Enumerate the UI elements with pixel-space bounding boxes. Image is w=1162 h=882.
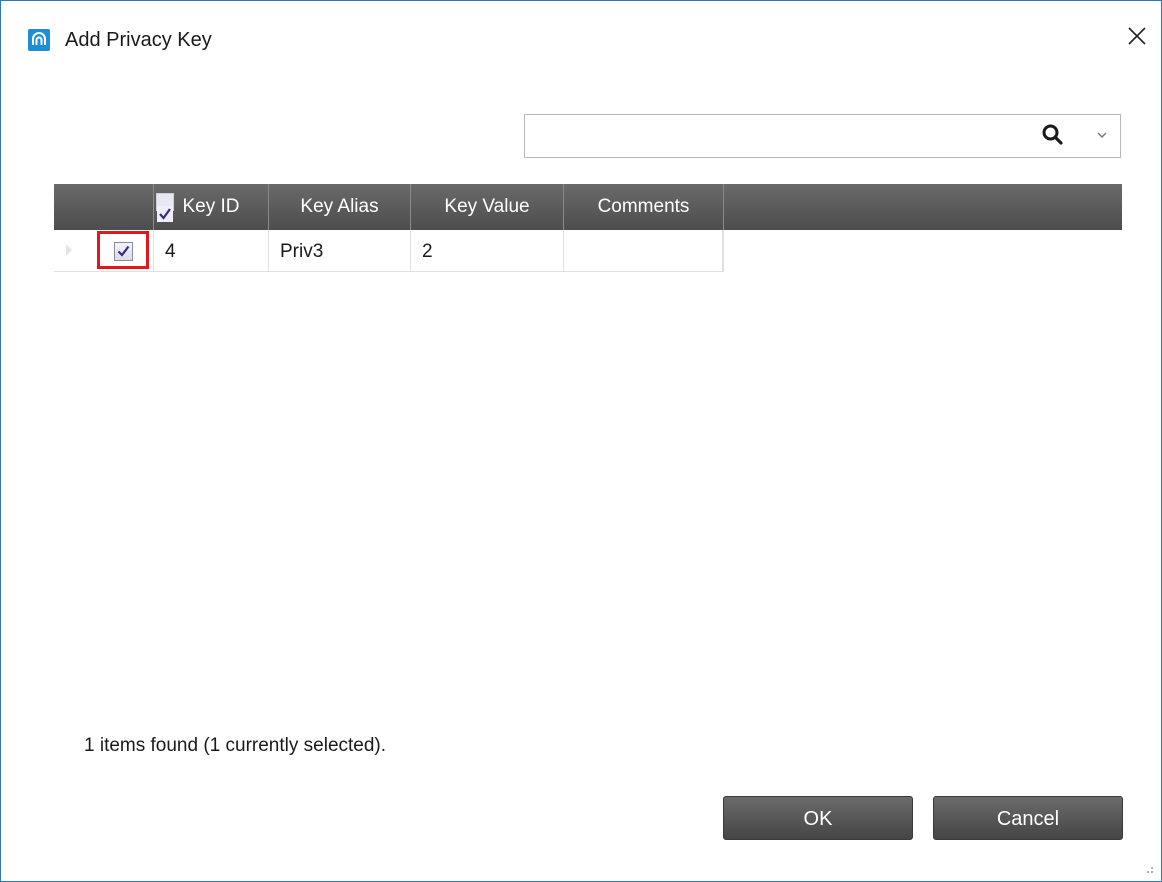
- app-logo-icon: [28, 29, 50, 51]
- resize-grip-icon[interactable]: [1141, 861, 1155, 875]
- row-checkbox[interactable]: [114, 242, 133, 261]
- search-input[interactable]: [531, 119, 1035, 155]
- cell-key-value: 2: [411, 230, 564, 271]
- grid-header: Key ID Key Alias Key Value Comments: [54, 184, 1122, 230]
- close-icon: [1128, 27, 1146, 45]
- column-header-key-alias[interactable]: Key Alias: [269, 184, 411, 230]
- close-button[interactable]: [1119, 18, 1155, 54]
- ok-button[interactable]: OK: [723, 796, 913, 840]
- search-box[interactable]: [524, 114, 1121, 158]
- expand-arrow-icon: [66, 244, 72, 256]
- column-header-key-id[interactable]: Key ID: [154, 184, 269, 230]
- header-expand-cell: [54, 184, 98, 230]
- column-header-key-value[interactable]: Key Value: [411, 184, 564, 230]
- cell-key-id: 4: [154, 230, 269, 271]
- row-expander-cell[interactable]: [54, 230, 98, 271]
- table-row[interactable]: 4 Priv3 2: [54, 230, 724, 272]
- title-bar: Add Privacy Key: [1, 1, 1161, 81]
- chevron-down-icon[interactable]: [1095, 128, 1109, 142]
- status-text: 1 items found (1 currently selected).: [84, 735, 387, 756]
- column-header-comments[interactable]: Comments: [564, 184, 724, 230]
- cell-key-alias: Priv3: [269, 230, 411, 271]
- add-privacy-key-dialog: Add Privacy Key Key ID Key Alias Key Val…: [0, 0, 1162, 882]
- checkmark-icon: [117, 245, 130, 257]
- search-icon[interactable]: [1041, 123, 1065, 147]
- cancel-button[interactable]: Cancel: [933, 796, 1123, 840]
- dialog-title: Add Privacy Key: [65, 29, 212, 51]
- cell-comments: [564, 230, 723, 271]
- header-select-all[interactable]: [98, 184, 174, 230]
